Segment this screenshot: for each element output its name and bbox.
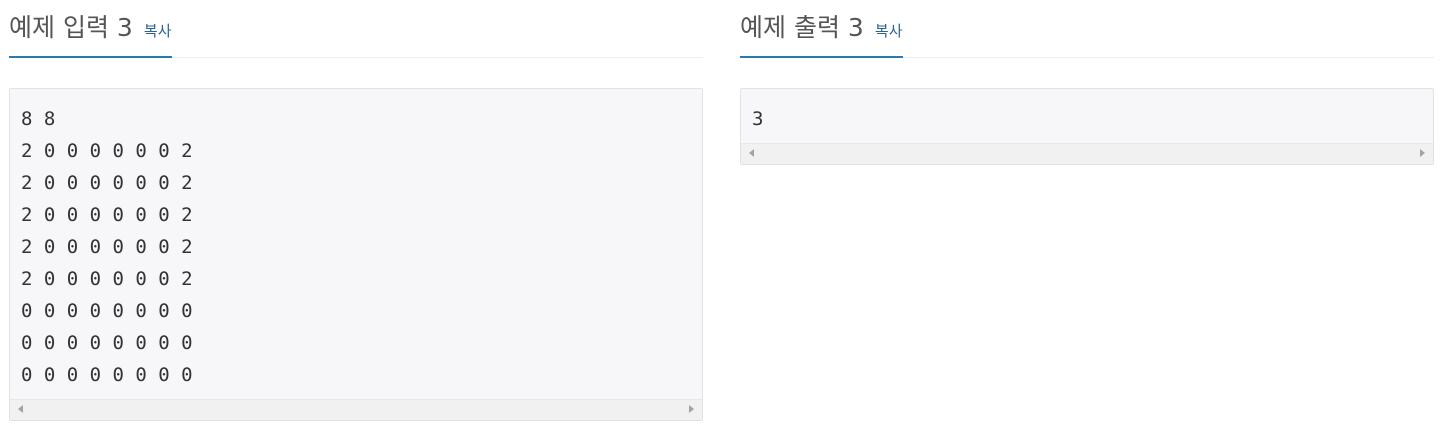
copy-input-button[interactable]: 복사 (144, 22, 172, 40)
sample-input-section: 예제 입력 3 복사 8 8 2 0 0 0 0 0 0 2 2 0 0 0 0… (9, 0, 703, 421)
scroll-right-arrow-icon[interactable] (689, 405, 694, 413)
sample-input-headline: 예제 입력 3 복사 (9, 0, 703, 58)
sample-input-text: 8 8 2 0 0 0 0 0 0 2 2 0 0 0 0 0 0 2 2 0 … (21, 108, 193, 386)
copy-output-button[interactable]: 복사 (875, 22, 903, 40)
sample-input-title: 예제 입력 3 (9, 13, 133, 42)
sample-output-title: 예제 출력 3 (740, 13, 864, 42)
scroll-left-arrow-icon[interactable] (18, 405, 23, 413)
sample-output-section: 예제 출력 3 복사 3 (740, 0, 1434, 165)
scroll-left-arrow-icon[interactable] (749, 149, 754, 157)
sample-output-headline-underline: 예제 출력 3 복사 (740, 0, 903, 58)
scroll-right-arrow-icon[interactable] (1420, 149, 1425, 157)
sample-input-headline-underline: 예제 입력 3 복사 (9, 0, 172, 58)
sample-output-text: 3 (752, 108, 764, 130)
sample-output-headline: 예제 출력 3 복사 (740, 0, 1434, 58)
sample-output-box: 3 (740, 88, 1434, 165)
horizontal-scrollbar[interactable] (741, 143, 1433, 164)
horizontal-scrollbar[interactable] (10, 399, 702, 420)
sample-input-box: 8 8 2 0 0 0 0 0 0 2 2 0 0 0 0 0 0 2 2 0 … (9, 88, 703, 421)
